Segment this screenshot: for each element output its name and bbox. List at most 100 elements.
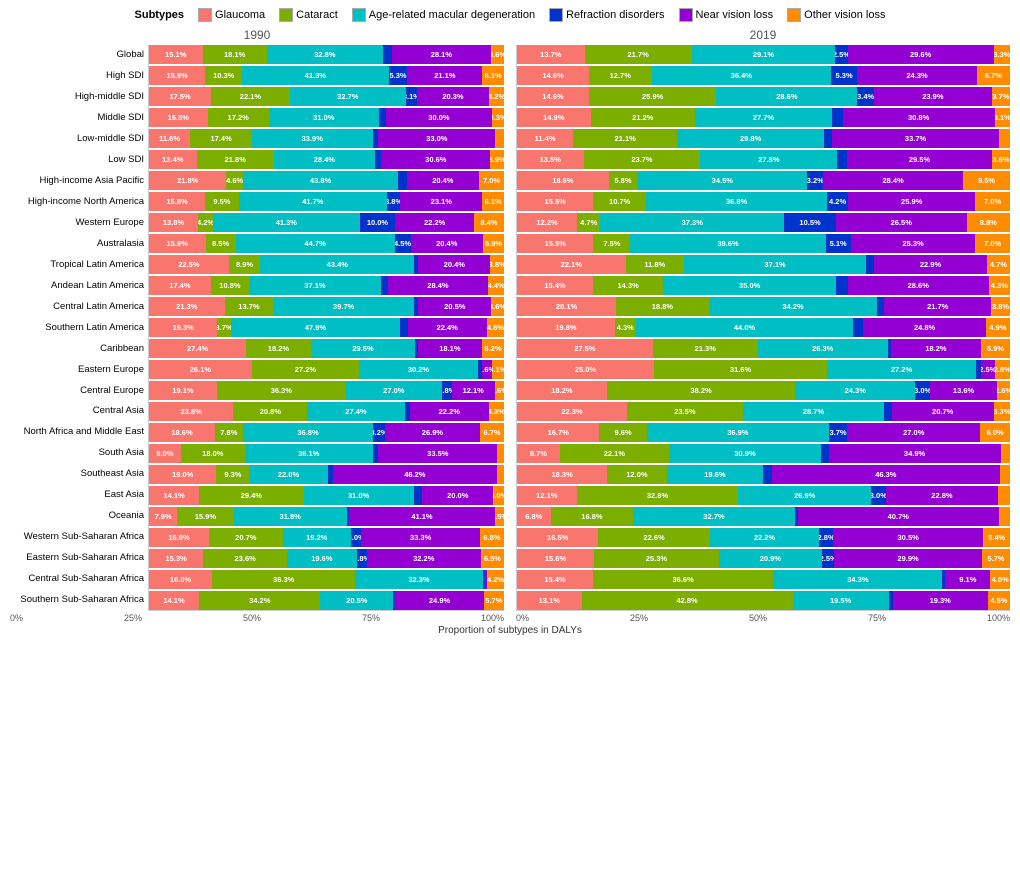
bar-segment-2: 27.7% [695, 108, 832, 127]
bar-row: 15.3%23.6%19.6%2.8%32.2%6.5% [149, 549, 504, 568]
bar-segment-2: 43.4% [260, 255, 414, 274]
bar-segment-5: 5.7% [982, 549, 1010, 568]
legend: Subtypes Glaucoma Cataract Age-related m… [10, 8, 1010, 22]
bar-segment-1: 14.3% [593, 276, 663, 295]
row-label-24: Eastern Sub-Saharan Africa [10, 553, 144, 563]
row-label-19: South Asia [10, 448, 144, 458]
bar-segment-4: 20.4% [407, 171, 479, 190]
bar-segment-5: 2.8% [995, 360, 1010, 379]
row-label-13: Southern Latin America [10, 323, 144, 333]
row-label-0: Global [10, 50, 144, 60]
year-2019-title: 2019 [516, 28, 1010, 42]
bar-segment-3 [866, 255, 874, 274]
bar-segment-3: 2.8% [357, 549, 367, 568]
bar-row: 13.7%21.7%29.1%2.5%29.6%3.3% [517, 45, 1010, 64]
bar-row: 14.1%34.2%20.5%24.9%5.7% [149, 591, 504, 610]
bar-segment-0: 13.5% [517, 150, 584, 169]
bar-segment-4: 33.0% [378, 129, 495, 148]
bar-segment-5: 3.7% [992, 87, 1010, 106]
bar-segment-2: 26.3% [758, 339, 888, 358]
bar-row: 16.5%22.6%22.2%2.8%30.5%5.4% [517, 528, 1010, 547]
bar-segment-3: 3.1% [406, 87, 417, 106]
bar-segment-4: 23.9% [874, 87, 992, 106]
bar-segment-3: 5.1% [826, 234, 851, 253]
row-label-18: North Africa and Middle East [10, 427, 144, 437]
bar-segment-0: 11.6% [149, 129, 190, 148]
bar-row: 16.7%9.6%36.9%3.7%27.0%6.0% [517, 423, 1010, 442]
bar-segment-1: 8.9% [229, 255, 261, 274]
bar-segment-4: 41.1% [349, 507, 495, 526]
bar-segment-1: 18.8% [616, 297, 709, 316]
bar-row: 15.4%14.3%35.0%28.6%4.3% [517, 276, 1010, 295]
bar-segment-3 [832, 108, 843, 127]
bar-segment-4: 20.4% [411, 234, 483, 253]
bar-segment-1: 42.8% [582, 591, 793, 610]
bar-segment-5: 3.0% [493, 486, 504, 505]
bar-segment-4: 2.6% [482, 360, 492, 379]
bar-segment-2: 30.9% [669, 444, 821, 463]
bar-segment-1: 7.5% [593, 234, 630, 253]
bar-segment-2: 43.8% [243, 171, 399, 190]
bar-segment-2: 34.5% [637, 171, 807, 190]
bar-segment-0: 15.3% [149, 549, 203, 568]
bar-segment-4: 33.7% [832, 129, 998, 148]
bar-segment-2: 29.1% [692, 45, 836, 64]
bar-segment-0: 11.4% [517, 129, 573, 148]
bar-segment-2: 37.1% [249, 276, 381, 295]
bar-row: 15.9%8.5%44.7%4.5%20.4%5.9% [149, 234, 504, 253]
nearvision-swatch [679, 8, 693, 22]
panel-2019: 2019 13.7%21.7%29.1%2.5%29.6%3.3% 14.6% 12… [516, 28, 1010, 623]
bar-segment-2: 36.9% [647, 423, 829, 442]
bar-row: 15.9%10.3%41.3%5.3%21.1%6.1% [149, 66, 504, 85]
bar-segment-2: 35.0% [663, 276, 836, 295]
bar-segment-0: 14.1% [149, 591, 199, 610]
bar-segment-3: 3.0% [351, 528, 362, 547]
row-label-10: Tropical Latin America [10, 260, 144, 270]
bar-segment-0: 18.6% [149, 423, 215, 442]
bar-segment-3: 10.0% [360, 213, 396, 232]
bar-segment-5 [1000, 465, 1010, 484]
bar-segment-0: 21.3% [149, 297, 225, 316]
chart-container: Subtypes Glaucoma Cataract Age-related m… [0, 0, 1020, 666]
bar-segment-0: 6.8% [517, 507, 551, 526]
bar-segment-3: 3.2% [807, 171, 823, 190]
bar-row: 7.9%15.9%31.8%41.1%2.5% [149, 507, 504, 526]
bar-segment-0: 15.1% [149, 45, 203, 64]
bar-segment-5 [999, 129, 1010, 148]
charts-row: 1990 GlobalHigh SDIHigh-middle SDIMiddle… [10, 28, 1010, 623]
legend-armd-label: Age-related macular degeneration [369, 9, 535, 21]
bar-segment-4: 28.4% [388, 276, 489, 295]
bar-segment-3 [877, 297, 884, 316]
bar-segment-2: 28.6% [716, 87, 857, 106]
bar-row: 13.1%42.8%19.5%19.3%4.5% [517, 591, 1010, 610]
bar-segment-4: 12.1% [452, 381, 495, 400]
bar-segment-1: 21.2% [591, 108, 696, 127]
bar-segment-5: 6.0% [980, 423, 1010, 442]
bar-segment-1: 9.5% [205, 192, 239, 211]
bar-segment-1: 29.4% [199, 486, 303, 505]
bar-segment-4: 18.2% [891, 339, 981, 358]
bar-row: 27.4%18.2%29.5%18.1%6.2% [149, 339, 504, 358]
bar-segment-4: 40.7% [798, 507, 999, 526]
legend-nearvision: Near vision loss [679, 8, 774, 22]
bar-segment-2: 36.8% [243, 423, 374, 442]
bar-segment-4: 18.1% [418, 339, 482, 358]
bar-segment-2: 32.3% [355, 570, 482, 589]
bar-segment-1: 12.0% [607, 465, 666, 484]
bar-segment-2: 32.7% [633, 507, 794, 526]
bar-segment-1: 15.9% [177, 507, 234, 526]
bar-row: 11.6%17.4%33.9%33.0% [149, 129, 504, 148]
row-label-7: High-income North America [10, 197, 144, 207]
bar-segment-3 [884, 402, 891, 421]
bar-segment-3 [400, 318, 407, 337]
bar-segment-2: 26.9% [738, 486, 871, 505]
bar-segment-1: 25.3% [594, 549, 719, 568]
bar-segment-3: 3.0% [915, 381, 930, 400]
bar-segment-1: 18.1% [203, 45, 267, 64]
bar-row: 14.9%21.2%27.7%30.8%3.1% [517, 108, 1010, 127]
bar-segment-1: 36.6% [593, 570, 773, 589]
bar-segment-0: 14.6% [517, 66, 589, 85]
bar-segment-0: 16.7% [517, 423, 599, 442]
bar-segment-0: 16.0% [149, 570, 212, 589]
x-axis-label: Proportion of subtypes in DALYs [10, 625, 1010, 636]
